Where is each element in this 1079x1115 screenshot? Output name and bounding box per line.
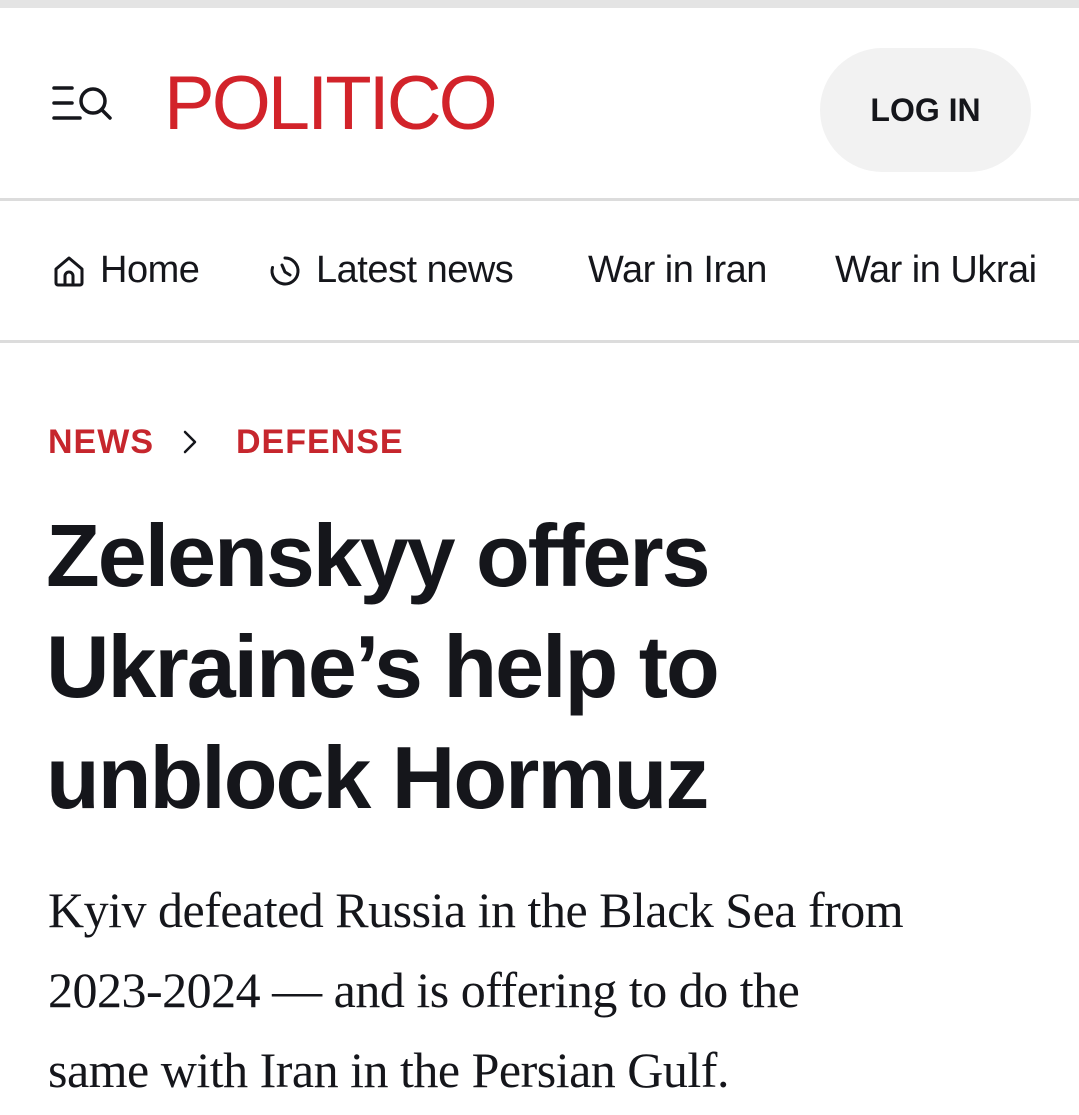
nav-item-latest-news[interactable]: Latest news	[268, 201, 514, 340]
dek-line: Kyiv defeated Russia in the Black Sea fr…	[48, 882, 904, 938]
nav-item-label: Home	[100, 249, 200, 291]
section-nav: Home Latest news War in Iran War in Ukra…	[0, 201, 1079, 340]
breadcrumb-defense[interactable]: DEFENSE	[236, 423, 404, 462]
nav-divider	[0, 340, 1079, 343]
nav-item-home[interactable]: Home	[52, 201, 200, 340]
menu-search-icon	[52, 86, 112, 120]
top-divider	[0, 0, 1079, 8]
headline-line: unblock Hormuz	[46, 728, 709, 827]
menu-search-button[interactable]	[50, 82, 114, 126]
dek-line: same with Iran in the Persian Gulf.	[48, 1042, 729, 1098]
nav-fade-overlay	[1039, 201, 1079, 340]
nav-item-label: War in Iran	[588, 249, 767, 291]
article-dek: Kyiv defeated Russia in the Black Sea fr…	[48, 870, 1048, 1110]
headline-line: Ukraine’s help to	[46, 617, 720, 716]
nav-item-label: Latest news	[316, 249, 514, 291]
nav-item-war-in-ukraine[interactable]: War in Ukrai	[835, 201, 1037, 340]
dek-line: 2023-2024 — and is offering to do the	[48, 962, 800, 1018]
chevron-right-icon	[182, 429, 198, 455]
clock-icon	[270, 256, 300, 285]
politico-logo[interactable]: POLITICO	[164, 58, 498, 150]
site-header: POLITICO LOG IN	[0, 8, 1079, 198]
headline-line: Zelenskyy offers	[46, 506, 711, 605]
nav-item-war-in-iran[interactable]: War in Iran	[588, 201, 767, 340]
breadcrumb-news[interactable]: NEWS	[48, 423, 154, 462]
nav-item-label: War in Ukrai	[835, 249, 1037, 291]
home-icon	[54, 256, 84, 286]
article-headline: Zelenskyy offers Ukraine’s help to unblo…	[46, 500, 1046, 833]
login-button[interactable]: LOG IN	[820, 48, 1031, 172]
breadcrumb: NEWS DEFENSE	[48, 420, 404, 464]
